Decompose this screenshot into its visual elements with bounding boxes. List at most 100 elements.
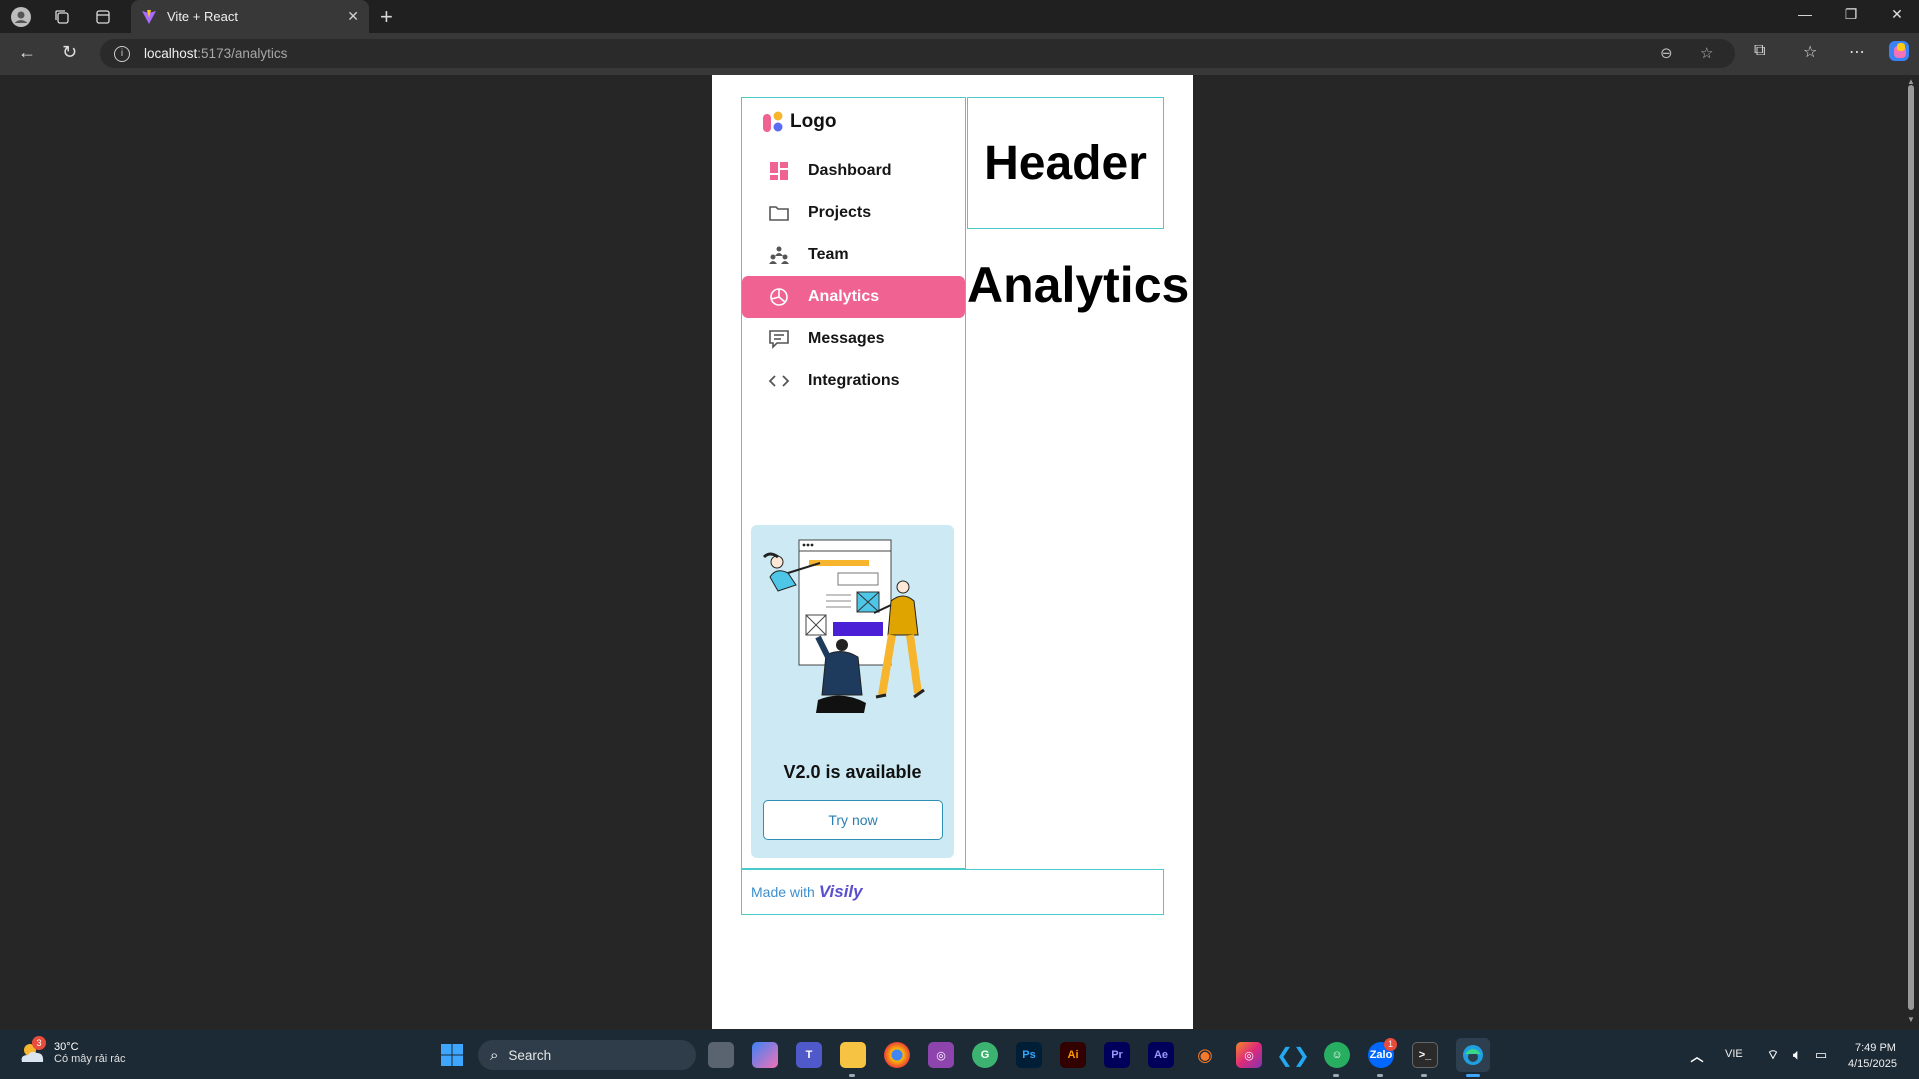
copilot-app-icon[interactable] <box>752 1042 778 1068</box>
folder-icon <box>768 202 790 224</box>
sidebar-item-team[interactable]: Team <box>742 234 965 276</box>
sidebar-item-label: Integrations <box>808 372 900 389</box>
upgrade-promo-card: V2.0 is available Try now <box>751 525 954 858</box>
show-hidden-icons-icon[interactable]: ︿ <box>1684 1042 1710 1068</box>
favorites-icon[interactable]: ☆ <box>1803 42 1817 62</box>
sidebar-item-dashboard[interactable]: Dashboard <box>742 150 965 192</box>
search-label: Search <box>508 1047 552 1063</box>
sidebar-item-label: Analytics <box>808 288 880 305</box>
footer: Made with Visily <box>741 869 1164 915</box>
minimize-icon[interactable]: — <box>1790 6 1820 22</box>
logo[interactable]: Logo <box>762 110 836 134</box>
tab-title: Vite + React <box>167 9 238 24</box>
weather-cloud-icon: 3 <box>18 1036 46 1066</box>
extensions-icon[interactable]: ⧉ <box>1754 42 1765 60</box>
team-collaboration-illustration <box>762 539 925 713</box>
sidebar-item-analytics[interactable]: Analytics <box>742 276 965 318</box>
profile-icon[interactable] <box>10 6 32 28</box>
language-indicator[interactable]: VIE <box>1725 1048 1743 1060</box>
zoom-icon[interactable]: ⊖ <box>1660 44 1673 62</box>
browser-tab-bar: Vite + React ✕ + — ❐ ✕ <box>0 0 1919 33</box>
dashboard-icon <box>768 160 790 182</box>
message-icon <box>768 328 790 350</box>
pie-chart-icon <box>768 286 790 308</box>
sidebar-item-messages[interactable]: Messages <box>742 318 965 360</box>
premiere-icon[interactable]: Pr <box>1104 1042 1130 1068</box>
team-icon <box>768 244 790 266</box>
code-icon <box>768 370 790 392</box>
header: Header <box>967 97 1164 229</box>
edge-icon[interactable] <box>1456 1038 1490 1072</box>
back-icon[interactable]: ← <box>18 42 36 63</box>
blender-icon[interactable]: ◉ <box>1192 1042 1218 1068</box>
vscode-icon[interactable]: ❮❯ <box>1276 1042 1310 1068</box>
clock-date[interactable]: 4/15/2025 <box>1848 1058 1897 1070</box>
try-now-button[interactable]: Try now <box>763 800 943 840</box>
terminal-icon[interactable]: >_ <box>1412 1042 1438 1068</box>
new-tab-icon[interactable]: + <box>380 4 393 30</box>
sidebar-item-label: Team <box>808 246 849 263</box>
logo-icon <box>762 110 784 134</box>
sidebar-menu: Dashboard Projects Team Analytics Messag… <box>742 150 965 402</box>
close-window-icon[interactable]: ✕ <box>1882 6 1912 23</box>
scroll-down-icon[interactable]: ▼ <box>1907 1015 1915 1024</box>
illustrator-icon[interactable]: Ai <box>1060 1042 1086 1068</box>
more-icon[interactable]: ⋯ <box>1849 42 1865 62</box>
sidebar: Logo Dashboard Projects Team Analytics M… <box>741 97 966 869</box>
windows-start-icon[interactable] <box>439 1042 465 1068</box>
made-with-label: Made with <box>751 884 815 900</box>
windows-taskbar: 3 30°C Có mây rải rác ⌕ Search T ◎ G Ps … <box>0 1030 1919 1079</box>
weather-temp: 30°C <box>54 1041 79 1053</box>
weather-badge: 3 <box>32 1036 46 1050</box>
copilot-icon[interactable] <box>1888 40 1910 67</box>
sidebar-item-label: Projects <box>808 204 872 221</box>
app-green-icon[interactable]: G <box>972 1042 998 1068</box>
sidebar-item-label: Messages <box>808 330 885 347</box>
volume-icon[interactable]: 🔈︎ <box>1784 1042 1810 1068</box>
url-path: :5173/analytics <box>197 46 288 61</box>
sidebar-item-integrations[interactable]: Integrations <box>742 360 965 402</box>
tab-actions-icon[interactable] <box>92 6 114 28</box>
battery-icon[interactable]: ▭ <box>1808 1042 1834 1068</box>
vite-icon <box>142 9 156 24</box>
running-indicator <box>1377 1074 1383 1077</box>
promo-title: V2.0 is available <box>783 762 922 782</box>
search-icon: ⌕ <box>490 1046 499 1064</box>
taskbar-search[interactable]: ⌕ Search <box>478 1040 696 1070</box>
reload-icon[interactable]: ↻ <box>62 42 77 63</box>
running-indicator <box>1333 1074 1339 1077</box>
page-title: Analytics <box>967 257 1190 313</box>
visily-logo[interactable]: Visily <box>819 882 863 902</box>
after-effects-icon[interactable]: Ae <box>1148 1042 1174 1068</box>
browser-tab[interactable]: Vite + React ✕ <box>131 0 369 33</box>
restore-icon[interactable]: ❐ <box>1836 6 1866 23</box>
close-tab-icon[interactable]: ✕ <box>347 8 359 25</box>
favorite-star-icon[interactable]: ☆ <box>1700 44 1713 62</box>
sidebar-item-label: Dashboard <box>808 162 892 179</box>
app-icon[interactable]: ◎ <box>928 1042 954 1068</box>
sidebar-item-projects[interactable]: Projects <box>742 192 965 234</box>
chrome-icon[interactable] <box>884 1042 910 1068</box>
running-indicator <box>1421 1074 1427 1077</box>
wifi-icon[interactable]: ⌔ <box>1760 1042 1786 1068</box>
weather-widget[interactable]: 3 30°C Có mây rải rác <box>18 1036 126 1066</box>
address-bar[interactable]: i localhost:5173/analytics ⊖ ☆ <box>100 39 1735 68</box>
logo-label: Logo <box>790 111 837 132</box>
file-explorer-icon[interactable] <box>840 1042 866 1068</box>
instagram-icon[interactable]: ◎ <box>1236 1042 1262 1068</box>
browser-toolbar: ← ↻ i localhost:5173/analytics ⊖ ☆ ⧉ ☆ ⋯ <box>0 33 1919 75</box>
workspaces-icon[interactable] <box>51 6 73 28</box>
task-view-icon[interactable] <box>708 1042 734 1068</box>
messenger-app-icon[interactable]: ☺ <box>1324 1042 1350 1068</box>
site-info-icon[interactable]: i <box>114 45 130 62</box>
url-host: localhost <box>144 46 198 61</box>
page-scrollbar[interactable]: ▲ ▼ <box>1907 75 1915 1030</box>
teams-icon[interactable]: T <box>796 1042 822 1068</box>
scrollbar-thumb[interactable] <box>1908 85 1914 1010</box>
header-label: Header <box>984 136 1147 190</box>
clock-time[interactable]: 7:49 PM <box>1855 1042 1896 1054</box>
running-indicator <box>1466 1074 1480 1077</box>
weather-desc: Có mây rải rác <box>54 1053 126 1065</box>
photoshop-icon[interactable]: Ps <box>1016 1042 1042 1068</box>
running-indicator <box>849 1074 855 1077</box>
